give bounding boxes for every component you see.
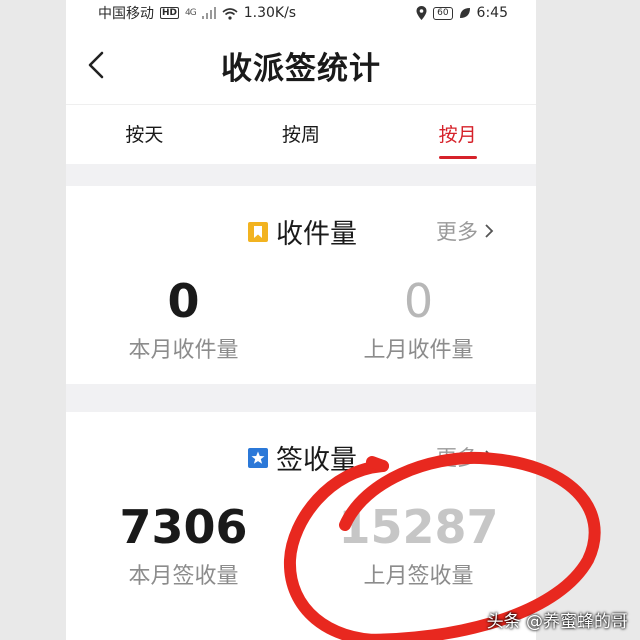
tab-month[interactable]: 按月 (379, 105, 536, 165)
back-arrow-icon[interactable] (80, 48, 114, 82)
more-label: 更多 (436, 220, 478, 244)
stat-this-month-signed: 7306 本月签收量 (66, 500, 301, 610)
stat-label: 本月收件量 (128, 338, 239, 363)
period-tabs: 按天 按周 按月 (66, 104, 536, 164)
leaf-icon (459, 8, 470, 18)
stat-last-month-signed: 15287 上月签收量 (301, 500, 536, 610)
tab-day[interactable]: 按天 (66, 105, 223, 165)
stat-last-month-pickup: 0 上月收件量 (301, 274, 536, 384)
stat-value: 7306 (119, 500, 248, 554)
net-speed-label: 1.30K/s (243, 5, 297, 21)
watermark: 头条 @养蜜蜂的哥 (486, 612, 628, 632)
stat-label: 上月收件量 (363, 338, 474, 363)
page-header: 收派签统计 (66, 26, 536, 104)
stat-value: 0 (167, 274, 200, 328)
location-icon (416, 6, 427, 20)
pickup-stats: 0 本月收件量 0 上月收件量 (66, 274, 536, 384)
stat-value: 15287 (338, 500, 499, 554)
hd-badge: HD (160, 7, 180, 19)
status-bar: 中国移动 HD 4G 1.30K/s 60 6:45 (66, 0, 536, 26)
pickup-section-label: 收件量 (276, 219, 357, 250)
tab-week[interactable]: 按周 (223, 105, 380, 165)
app-screen: 中国移动 HD 4G 1.30K/s 60 6:45 收派签统计 按天 按周 按… (66, 0, 536, 640)
page-title: 收派签统计 (221, 50, 381, 87)
pickup-section-title: 收件量 (248, 212, 357, 251)
signed-section-title: 签收量 (248, 438, 357, 477)
bookmark-icon (248, 221, 268, 242)
more-label: 更多 (436, 446, 478, 470)
clock-label: 6:45 (476, 5, 508, 21)
signed-section-header: 签收量 更多 (66, 412, 536, 500)
carrier-label: 中国移动 (98, 6, 154, 22)
wifi-icon (222, 7, 238, 20)
stat-label: 上月签收量 (363, 564, 474, 589)
signal-icon (201, 7, 216, 19)
signed-stats: 7306 本月签收量 15287 上月签收量 (66, 500, 536, 610)
signed-more-link[interactable]: 更多 (436, 442, 494, 472)
star-bookmark-icon (248, 447, 268, 468)
pickup-section-header: 收件量 更多 (66, 186, 536, 274)
stat-label: 本月签收量 (128, 564, 239, 589)
chevron-right-icon (485, 450, 494, 464)
pickup-more-link[interactable]: 更多 (436, 216, 494, 246)
section-divider (66, 164, 536, 186)
signed-section-label: 签收量 (276, 445, 357, 476)
chevron-right-icon (485, 224, 494, 238)
battery-icon: 60 (433, 6, 453, 20)
section-divider (66, 384, 536, 412)
stat-this-month-pickup: 0 本月收件量 (66, 274, 301, 384)
network-label: 4G (185, 8, 197, 18)
stat-value: 0 (403, 274, 434, 328)
